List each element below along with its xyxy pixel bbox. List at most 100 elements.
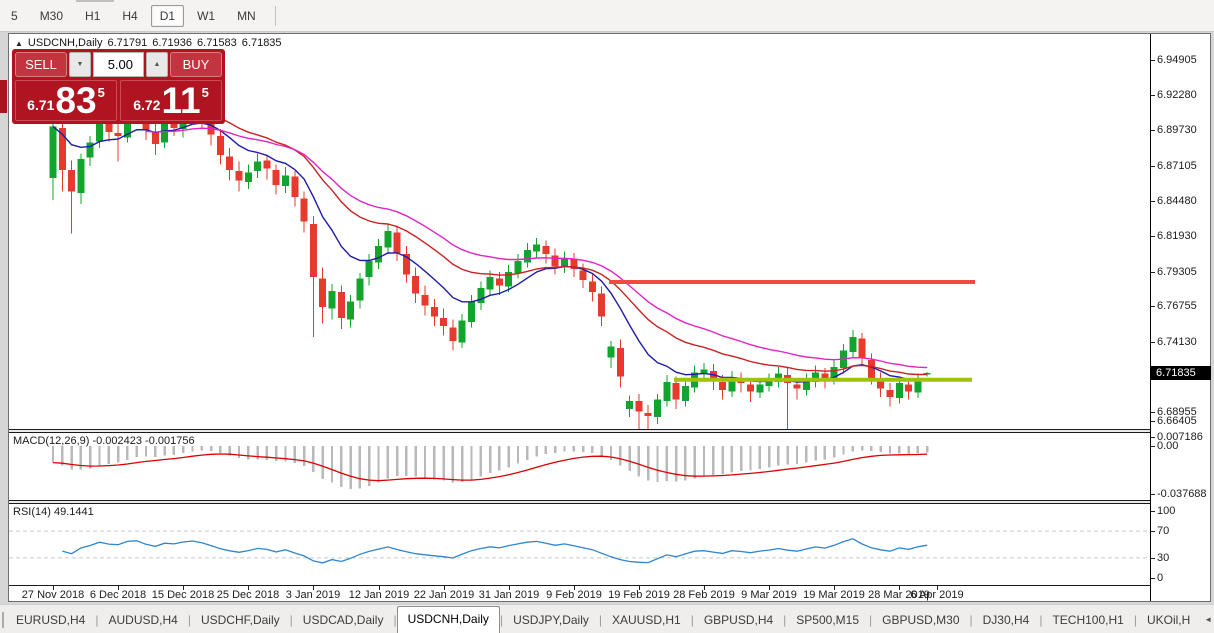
- chart-tab-ukoil[interactable]: UKOil,H: [1137, 608, 1200, 633]
- chart-tab-dj30[interactable]: DJ30,H4: [973, 608, 1040, 633]
- chart-tab-usdchf[interactable]: USDCHF,Daily: [191, 608, 290, 633]
- rsi-axis-label: 30: [1157, 552, 1169, 564]
- time-axis[interactable]: 27 Nov 20186 Dec 201815 Dec 201825 Dec 2…: [9, 585, 1150, 601]
- rsi-axis-label: 100: [1157, 505, 1175, 517]
- background-window-fragment: [0, 80, 7, 113]
- time-axis-label: 27 Nov 2018: [22, 589, 84, 601]
- time-axis-label: 22 Jan 2019: [414, 589, 475, 601]
- time-axis-label: 9 Feb 2019: [546, 589, 602, 601]
- buy-price-big: 11: [161, 84, 200, 118]
- time-axis-label: 25 Dec 2018: [217, 589, 279, 601]
- one-click-trading-widget: SELL ▼ 5.00 ▲ BUY 6.71 83 5 6.72 11 5: [12, 49, 225, 124]
- chart-window[interactable]: ▲ USDCNH,Daily 6.71791 6.71936 6.71583 6…: [8, 33, 1211, 602]
- macd-tick: [1151, 494, 1155, 495]
- current-price-tag: 6.71835: [1151, 366, 1211, 380]
- price-axis-label: 6.74130: [1157, 336, 1197, 348]
- chart-tab-gbpusd[interactable]: GBPUSD,H4: [694, 608, 783, 633]
- sell-button[interactable]: SELL: [15, 52, 67, 77]
- time-axis-label: 12 Jan 2019: [349, 589, 410, 601]
- price-axis-label: 6.87105: [1157, 160, 1197, 172]
- chart-tab-usdjpy[interactable]: USDJPY,Daily: [503, 608, 599, 633]
- price-tick: [1151, 272, 1155, 273]
- price-tick: [1151, 236, 1155, 237]
- buy-button[interactable]: BUY: [170, 52, 222, 77]
- price-axis-label: 6.84480: [1157, 195, 1197, 207]
- price-tick: [1151, 412, 1155, 413]
- chart-tab-usdcad[interactable]: USDCAD,Daily: [293, 608, 394, 633]
- rsi-plot[interactable]: [9, 504, 1150, 585]
- ohlc-high: 6.71936: [152, 37, 192, 49]
- tab-scroll-left-button[interactable]: ◄: [1204, 615, 1212, 624]
- chart-tab-usdcnh[interactable]: USDCNH,Daily: [397, 606, 500, 633]
- sell-price-sup: 5: [98, 85, 105, 100]
- macd-axis-label: -0.037688: [1157, 488, 1207, 500]
- volume-increase-button[interactable]: ▲: [146, 52, 168, 77]
- panel-splitter[interactable]: [9, 429, 1150, 433]
- time-axis-label: 19 Mar 2019: [803, 589, 865, 601]
- sell-quote[interactable]: 6.71 83 5: [15, 80, 117, 121]
- timeframe-toolbar: 5M30H1H4D1W1MN: [0, 0, 1214, 32]
- price-tick: [1151, 421, 1155, 422]
- toolbar-separator: [275, 6, 276, 26]
- time-axis-label: 9 Mar 2019: [741, 589, 797, 601]
- spinner-down-icon: ▼: [77, 61, 84, 68]
- time-axis-label: 31 Jan 2019: [479, 589, 540, 601]
- timeframe-button-d1[interactable]: D1: [151, 5, 184, 27]
- tab-scroll-buttons: ◄►: [1200, 615, 1214, 633]
- timeframe-button-mn[interactable]: MN: [228, 5, 265, 27]
- price-tick: [1151, 95, 1155, 96]
- chart-tab-tech100[interactable]: TECH100,H1: [1042, 608, 1133, 633]
- chart-symbol-label: USDCNH,Daily: [28, 37, 103, 49]
- macd-panel[interactable]: MACD(12,26,9) -0.002423 -0.001756: [9, 433, 1150, 500]
- price-axis[interactable]: 6.949056.922806.897306.871056.844806.819…: [1150, 34, 1210, 601]
- price-tick: [1151, 166, 1155, 167]
- price-tick: [1151, 130, 1155, 131]
- panel-splitter[interactable]: [9, 500, 1150, 504]
- chart-tab-gbpusd[interactable]: GBPUSD,M30: [872, 608, 969, 633]
- price-axis-label: 6.76755: [1157, 300, 1197, 312]
- price-axis-label: 6.89730: [1157, 124, 1197, 136]
- chart-tab-audusd[interactable]: AUDUSD,H4: [98, 608, 187, 633]
- rsi-tick: [1151, 511, 1155, 512]
- ohlc-low: 6.71583: [197, 37, 237, 49]
- timeframe-button-h4[interactable]: H4: [113, 5, 146, 27]
- collapse-icon[interactable]: ▲: [15, 39, 23, 48]
- rsi-indicator-label: RSI(14) 49.1441: [13, 506, 94, 518]
- ohlc-close: 6.71835: [242, 37, 282, 49]
- toolbar-edge-fragment: [76, 0, 114, 2]
- rsi-axis-label: 0: [1157, 572, 1163, 584]
- chart-tab-bar: EURUSD,H4|AUDUSD,H4|USDCHF,Daily|USDCAD,…: [0, 604, 1214, 633]
- chart-tab-sp500[interactable]: SP500,M15: [786, 608, 869, 633]
- macd-indicator-label: MACD(12,26,9) -0.002423 -0.001756: [13, 435, 195, 447]
- rsi-tick: [1151, 578, 1155, 579]
- timeframe-button-w1[interactable]: W1: [188, 5, 224, 27]
- chart-title-bar: ▲ USDCNH,Daily 6.71791 6.71936 6.71583 6…: [15, 37, 282, 49]
- chart-tab-eurusd[interactable]: EURUSD,H4: [6, 608, 95, 633]
- tab-bar-grip: [2, 612, 4, 628]
- timeframe-button-m30[interactable]: M30: [31, 5, 72, 27]
- buy-price-prefix: 6.72: [133, 97, 160, 113]
- chart-tab-xauusd[interactable]: XAUUSD,H1: [602, 608, 691, 633]
- price-axis-label: 6.79305: [1157, 266, 1197, 278]
- price-tick: [1151, 342, 1155, 343]
- volume-input[interactable]: 5.00: [93, 52, 144, 77]
- buy-quote[interactable]: 6.72 11 5: [120, 80, 222, 121]
- sell-price-big: 83: [55, 84, 96, 118]
- time-axis-label: 6 Dec 2018: [90, 589, 146, 601]
- price-axis-label: 6.66405: [1157, 415, 1197, 427]
- timeframe-button-5[interactable]: 5: [2, 5, 27, 27]
- price-tick: [1151, 201, 1155, 202]
- rsi-tick: [1151, 531, 1155, 532]
- macd-tick: [1151, 446, 1155, 447]
- price-tick: [1151, 60, 1155, 61]
- rsi-tick: [1151, 558, 1155, 559]
- price-axis-label: 6.92280: [1157, 89, 1197, 101]
- volume-decrease-button[interactable]: ▼: [69, 52, 91, 77]
- sell-price-prefix: 6.71: [27, 97, 54, 113]
- rsi-axis-label: 70: [1157, 525, 1169, 537]
- rsi-panel[interactable]: RSI(14) 49.1441: [9, 504, 1150, 585]
- spinner-up-icon: ▲: [154, 61, 161, 68]
- timeframe-button-h1[interactable]: H1: [76, 5, 109, 27]
- ohlc-open: 6.71791: [107, 37, 147, 49]
- buy-price-sup: 5: [202, 85, 209, 100]
